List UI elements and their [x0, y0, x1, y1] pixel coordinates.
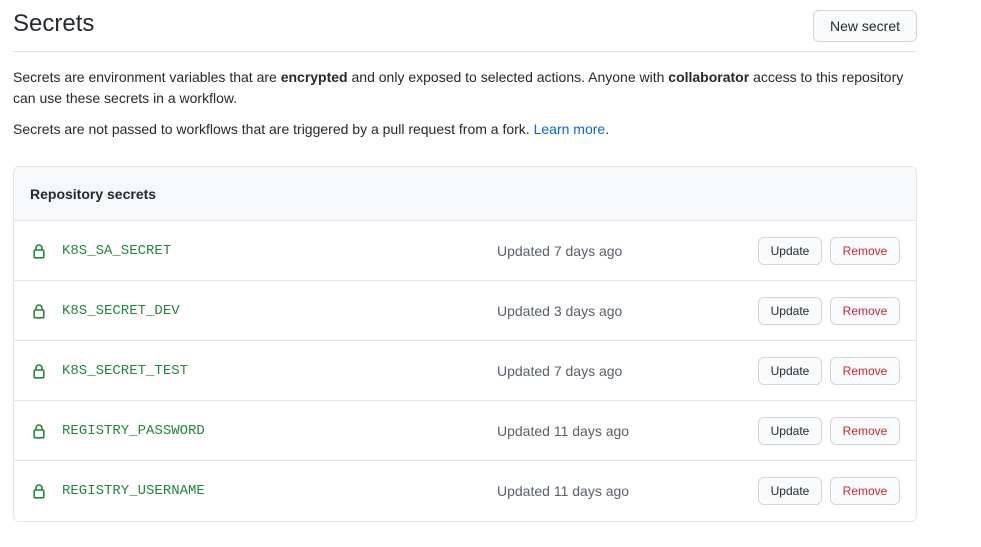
remove-button[interactable]: Remove	[830, 357, 900, 385]
fork-note-text: Secrets are not passed to workflows that…	[13, 121, 534, 137]
lock-icon	[33, 244, 45, 259]
update-button[interactable]: Update	[758, 237, 822, 265]
secret-row: REGISTRY_PASSWORD Updated 11 days ago Up…	[14, 401, 916, 461]
repository-secrets-box: Repository secrets K8S_SA_SECRET Updated…	[13, 166, 917, 522]
secret-updated: Updated 3 days ago	[497, 303, 623, 319]
update-button[interactable]: Update	[758, 417, 822, 445]
secret-updated: Updated 7 days ago	[497, 243, 623, 259]
update-button[interactable]: Update	[758, 357, 822, 385]
new-secret-button[interactable]: New secret	[813, 10, 917, 42]
repository-secrets-heading: Repository secrets	[14, 167, 916, 221]
description-emphasis-encrypted: encrypted	[280, 69, 348, 85]
secret-name: K8S_SECRET_TEST	[62, 363, 189, 379]
remove-button[interactable]: Remove	[830, 417, 900, 445]
remove-button[interactable]: Remove	[830, 477, 900, 505]
update-button[interactable]: Update	[758, 477, 822, 505]
description-text: and only exposed to selected actions. An…	[347, 69, 669, 85]
secret-name: REGISTRY_USERNAME	[62, 483, 205, 499]
secret-updated: Updated 11 days ago	[497, 483, 630, 499]
learn-more-link[interactable]: Learn more	[534, 121, 606, 137]
lock-icon	[33, 424, 45, 439]
secret-name: K8S_SECRET_DEV	[62, 303, 180, 319]
remove-button[interactable]: Remove	[830, 237, 900, 265]
secrets-description: Secrets are environment variables that a…	[13, 67, 917, 109]
update-button[interactable]: Update	[758, 297, 822, 325]
lock-icon	[33, 304, 45, 319]
remove-button[interactable]: Remove	[830, 297, 900, 325]
description-text: Secrets are environment variables that a…	[13, 69, 281, 85]
secret-row: K8S_SA_SECRET Updated 7 days ago Update …	[14, 221, 916, 281]
secret-row: REGISTRY_USERNAME Updated 11 days ago Up…	[14, 461, 916, 521]
description-emphasis-collaborator: collaborator	[668, 69, 750, 85]
page-title: Secrets	[13, 10, 95, 37]
secret-updated: Updated 7 days ago	[497, 363, 623, 379]
secret-name: K8S_SA_SECRET	[62, 243, 172, 259]
lock-icon	[33, 364, 45, 379]
title-divider	[13, 51, 917, 52]
lock-icon	[33, 484, 45, 499]
secret-row: K8S_SECRET_DEV Updated 3 days ago Update…	[14, 281, 916, 341]
fork-note-period: .	[605, 121, 610, 137]
secret-row: K8S_SECRET_TEST Updated 7 days ago Updat…	[14, 341, 916, 401]
secret-name: REGISTRY_PASSWORD	[62, 423, 205, 439]
fork-note: Secrets are not passed to workflows that…	[13, 119, 917, 140]
secret-updated: Updated 11 days ago	[497, 423, 630, 439]
